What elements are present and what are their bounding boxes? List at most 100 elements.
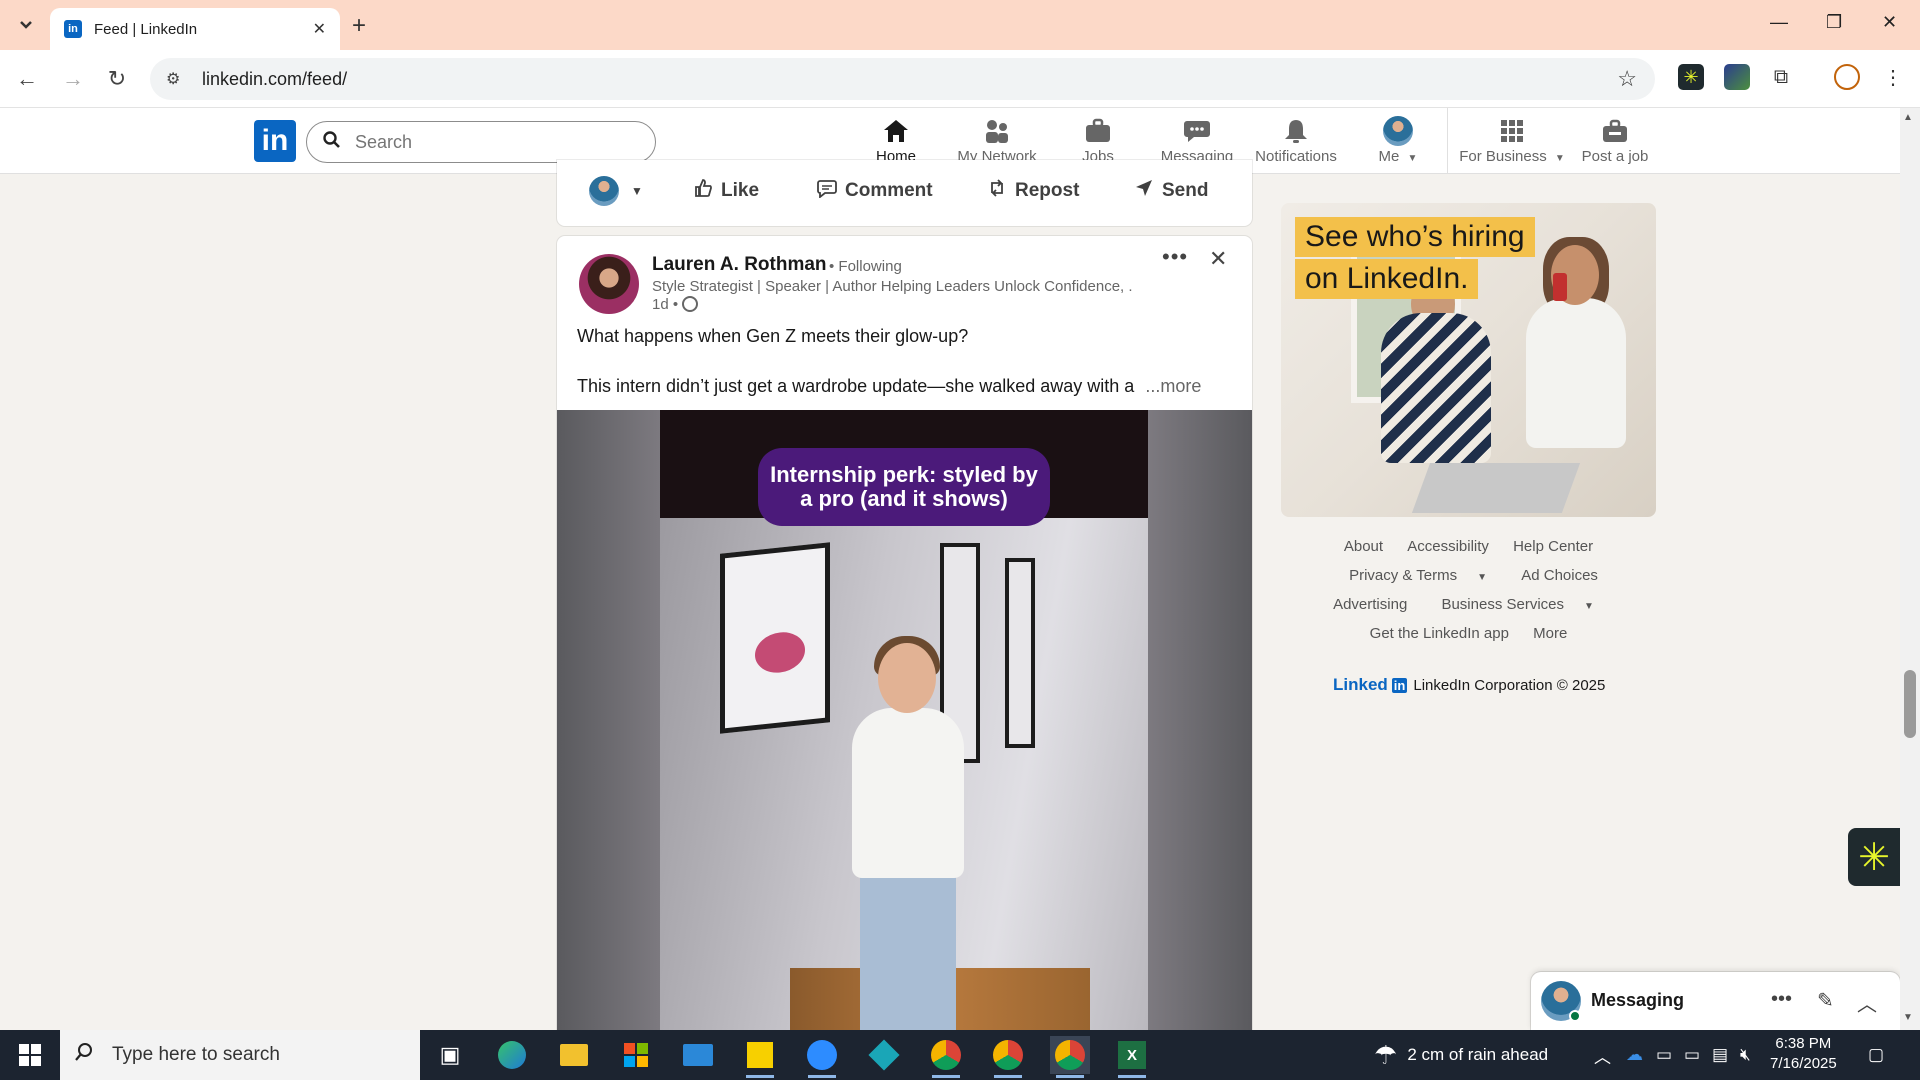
footer-business-services[interactable]: Business Services ▼ [1431, 596, 1603, 613]
author-avatar[interactable] [579, 254, 639, 314]
chrome-icon[interactable] [926, 1036, 966, 1078]
reload-icon[interactable]: ↻ [102, 64, 132, 94]
post-time: 1d • [652, 296, 699, 313]
taskbar-search[interactable]: Type here to search [60, 1030, 420, 1080]
footer-row-2: Privacy & Terms ▼ Ad Choices [1281, 567, 1656, 584]
footer-links: About Accessibility Help Center Privacy … [1281, 538, 1656, 654]
minimize-icon[interactable]: — [1770, 12, 1788, 33]
briefcase-icon [1084, 116, 1112, 146]
tab-close-icon[interactable]: ✕ [313, 19, 326, 39]
comment-button[interactable]: Comment [817, 178, 933, 204]
microsoft-store-icon[interactable] [616, 1036, 656, 1074]
footer-advertising[interactable]: Advertising [1333, 596, 1407, 613]
footer-privacy-terms[interactable]: Privacy & Terms ▼ [1339, 567, 1497, 584]
footer-more[interactable]: More [1533, 625, 1567, 642]
author-name[interactable]: Lauren A. Rothman [652, 254, 827, 276]
new-tab-icon[interactable]: + [352, 12, 366, 40]
tab-search-chevron-icon[interactable] [10, 10, 42, 40]
feed-post: Lauren A. Rothman • Following Style Stra… [557, 236, 1252, 1080]
tray-expand-icon[interactable]: ︿ [1594, 1030, 1611, 1080]
mail-icon[interactable] [678, 1036, 718, 1074]
linkedin-logo[interactable]: in [254, 120, 296, 162]
battery-icon[interactable]: ▭ [1684, 1030, 1700, 1080]
meet-now-icon[interactable]: ▭ [1656, 1030, 1672, 1080]
messaging-overlay[interactable]: Messaging ••• ✎ ︿ [1531, 972, 1900, 1030]
dismiss-post-icon[interactable]: ✕ [1209, 246, 1227, 272]
nav-for-business[interactable]: For Business ▼ [1456, 116, 1568, 174]
nav-notifications[interactable]: Notifications [1246, 116, 1346, 174]
repost-button[interactable]: Repost [987, 178, 1079, 204]
reaction-as-selector[interactable]: ▼ [589, 176, 643, 206]
notification-center-icon[interactable]: ▢ [1868, 1030, 1884, 1080]
page-scrollbar[interactable] [1900, 108, 1920, 1030]
edge-browser-icon[interactable] [492, 1036, 532, 1074]
post-video[interactable]: Internship perk: styled by a pro (and it… [557, 410, 1252, 1080]
expand-messaging-icon[interactable]: ︿ [1857, 988, 1877, 1017]
floating-extension-asterisk-icon[interactable]: ✳ [1848, 828, 1900, 886]
repost-icon [987, 178, 1007, 204]
url-text[interactable]: linkedin.com/feed/ [202, 69, 347, 90]
ad-person1-body [1381, 313, 1491, 463]
sticky-notes-icon[interactable] [740, 1036, 780, 1078]
browser-menu-icon[interactable]: ⋮ [1880, 64, 1906, 90]
like-button[interactable]: Like [693, 178, 759, 204]
search-box[interactable] [306, 121, 656, 163]
chrome-profile-2-icon[interactable] [988, 1036, 1028, 1078]
network-tray-icon[interactable]: ▤ [1712, 1030, 1728, 1080]
taskbar-clock[interactable]: 6:38 PM 7/16/2025 [1770, 1034, 1837, 1074]
search-input[interactable] [355, 131, 605, 153]
extension-wallet-icon[interactable] [1724, 64, 1750, 90]
task-view-icon[interactable]: ▣ [430, 1036, 470, 1074]
forward-icon[interactable]: → [58, 64, 88, 94]
excel-icon[interactable]: X [1112, 1036, 1152, 1078]
footer-get-app[interactable]: Get the LinkedIn app [1370, 625, 1509, 642]
wall-poster-image [720, 542, 830, 734]
back-icon[interactable]: ← [12, 64, 42, 94]
onedrive-icon[interactable]: ☁ [1626, 1030, 1643, 1080]
extensions-puzzle-icon[interactable]: ⧉ [1768, 64, 1794, 90]
me-avatar-wrapper [1383, 116, 1413, 146]
grid-icon [1499, 116, 1525, 146]
previous-post-action-bar: ▼ Like Comment Repost Send [557, 160, 1252, 226]
footer-about[interactable]: About [1344, 538, 1383, 555]
nav-me[interactable]: Me ▼ [1358, 116, 1438, 174]
ad-line-1: See who’s hiring [1295, 217, 1535, 257]
privacy-caret-icon: ▼ [1477, 572, 1488, 583]
scroll-up-icon[interactable]: ▲ [1903, 112, 1913, 123]
scroll-down-icon[interactable]: ▼ [1903, 1012, 1913, 1023]
compose-message-icon[interactable]: ✎ [1817, 988, 1834, 1013]
chrome-profile-3-icon[interactable] [1050, 1036, 1090, 1078]
messaging-options-icon[interactable]: ••• [1771, 988, 1792, 1011]
footer-help-center[interactable]: Help Center [1513, 538, 1593, 555]
site-info-icon[interactable]: ⚙ [166, 69, 190, 89]
extension-asterisk-icon[interactable]: ✳ [1678, 64, 1704, 90]
address-bar[interactable]: ⚙ linkedin.com/feed/ ☆ [150, 58, 1655, 100]
volume-muted-icon[interactable]: 🔇︎ [1740, 1030, 1751, 1080]
scrollbar-thumb[interactable] [1904, 670, 1916, 738]
footer-ad-choices[interactable]: Ad Choices [1521, 567, 1598, 584]
nav-me-label: Me ▼ [1379, 148, 1418, 165]
person-shirt-shape [852, 708, 964, 878]
me-avatar [1383, 116, 1413, 146]
footer-accessibility[interactable]: Accessibility [1407, 538, 1489, 555]
send-button[interactable]: Send [1134, 178, 1208, 204]
window-close-icon[interactable]: ✕ [1882, 12, 1897, 33]
profile-icon[interactable] [1834, 64, 1860, 90]
weather-widget[interactable]: ☂ 2 cm of rain ahead [1374, 1030, 1548, 1080]
browser-tab-strip: in Feed | LinkedIn ✕ + — ❐ ✕ [0, 0, 1920, 50]
nav-post-a-job[interactable]: Post a job [1572, 116, 1658, 174]
privacy-terms-text: Privacy & Terms [1349, 567, 1458, 584]
home-icon [882, 116, 910, 146]
ad-person2-body [1526, 298, 1626, 448]
post-options-icon[interactable]: ••• [1162, 244, 1188, 270]
zoom-icon[interactable] [802, 1036, 842, 1078]
file-explorer-icon[interactable] [554, 1036, 594, 1074]
tab-linkedin-feed[interactable]: in Feed | LinkedIn ✕ [50, 8, 340, 50]
diamond-app-icon[interactable] [864, 1036, 904, 1074]
bookmark-star-icon[interactable]: ☆ [1617, 66, 1637, 92]
start-button[interactable] [0, 1030, 60, 1080]
restore-icon[interactable]: ❐ [1826, 12, 1842, 33]
hiring-ad[interactable]: See who’s hiring on LinkedIn. [1281, 203, 1656, 517]
see-more-link[interactable]: ...more [1145, 376, 1201, 396]
corp-text: LinkedIn Corporation © 2025 [1413, 676, 1606, 694]
